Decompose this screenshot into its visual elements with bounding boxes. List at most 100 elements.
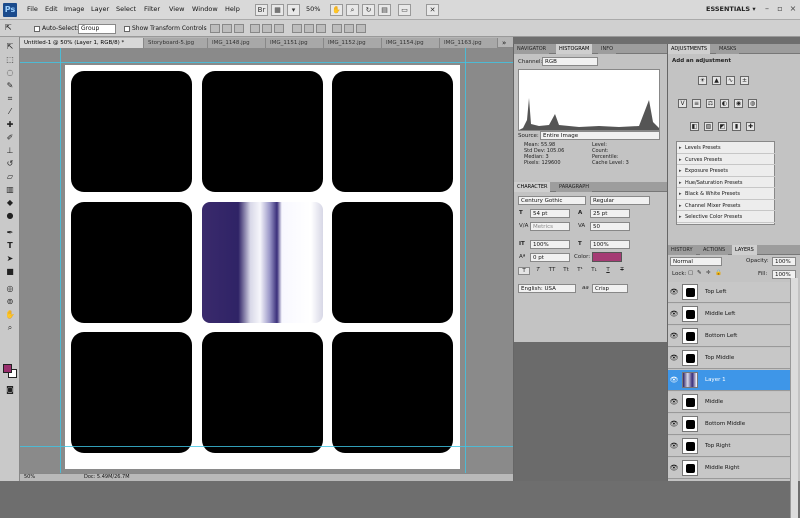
horizontal-scale-field[interactable]: 100% <box>590 240 630 249</box>
align-right-icon[interactable] <box>274 24 284 33</box>
menu-file[interactable]: File <box>27 5 38 13</box>
gradient-tool-icon[interactable]: ▥ <box>4 184 16 195</box>
lock-position-icon[interactable]: ✛ <box>706 270 711 276</box>
leading-field[interactable]: 25 pt <box>590 209 630 218</box>
layer-name[interactable]: Top Right <box>705 443 731 449</box>
visibility-eye-icon[interactable]: 👁 <box>669 332 679 340</box>
text-color-swatch[interactable] <box>592 252 622 262</box>
tile-top-middle[interactable] <box>202 71 323 192</box>
vertical-scale-field[interactable]: 100% <box>530 240 570 249</box>
visibility-eye-icon[interactable]: 👁 <box>669 420 679 428</box>
brush-tool-icon[interactable]: ✐ <box>4 132 16 143</box>
quick-select-tool-icon[interactable]: ✎ <box>4 80 16 91</box>
quick-mask-icon[interactable]: ◙ <box>4 384 16 395</box>
canvas-area[interactable] <box>20 48 513 473</box>
layer-row[interactable]: 👁 Top Right <box>668 436 790 457</box>
tab-history[interactable]: HISTORY <box>668 245 696 255</box>
tile-top-left[interactable] <box>71 71 192 192</box>
channel-mixer-icon[interactable]: ◍ <box>748 99 757 108</box>
strikethrough-button[interactable]: T <box>616 267 628 273</box>
bridge-icon[interactable]: Br <box>255 4 268 16</box>
zoom-tool-icon[interactable]: ⌕ <box>4 322 16 333</box>
vibrance-icon[interactable]: V <box>678 99 687 108</box>
arrange-documents-icon[interactable]: ▤ <box>378 4 391 16</box>
distribute-vcenter-icon[interactable] <box>304 24 314 33</box>
zoom-level[interactable]: 50% <box>306 5 320 13</box>
visibility-eye-icon[interactable]: 👁 <box>669 464 679 472</box>
tab-img-1148[interactable]: IMG_1148.jpg <box>208 38 266 48</box>
align-top-icon[interactable] <box>210 24 220 33</box>
tab-img-1152[interactable]: IMG_1152.jpg <box>324 38 382 48</box>
tab-adjustments[interactable]: ADJUSTMENTS <box>668 44 711 54</box>
tab-paragraph[interactable]: PARAGRAPH <box>556 182 593 192</box>
visibility-eye-icon[interactable]: 👁 <box>669 376 679 384</box>
history-brush-tool-icon[interactable]: ↺ <box>4 158 16 169</box>
distribute-bottom-icon[interactable] <box>316 24 326 33</box>
tile-bottom-middle[interactable] <box>202 332 323 453</box>
tile-middle-photo[interactable] <box>202 202 323 323</box>
channel-select[interactable]: RGB <box>542 57 598 66</box>
font-family-select[interactable]: Century Gothic <box>518 196 586 205</box>
menu-view[interactable]: View <box>169 5 184 13</box>
blur-tool-icon[interactable]: ◆ <box>4 197 16 208</box>
tab-img-1163[interactable]: IMG_1163.jpg <box>440 38 498 48</box>
threshold-icon[interactable]: ◩ <box>718 122 727 131</box>
menu-window[interactable]: Window <box>192 5 218 13</box>
layer-name[interactable]: Bottom Middle <box>705 421 745 427</box>
foreground-color-swatch[interactable] <box>3 364 12 373</box>
layer-row[interactable]: 👁 Middle Right <box>668 458 790 479</box>
rotate-view-icon[interactable]: ↻ <box>362 4 375 16</box>
underline-button[interactable]: T <box>602 267 614 273</box>
marquee-tool-icon[interactable]: ⬚ <box>4 54 16 65</box>
menu-image[interactable]: Image <box>64 5 84 13</box>
font-size-field[interactable]: 54 pt <box>530 209 570 218</box>
preset-black-white[interactable]: Black & White Presets <box>677 189 776 200</box>
auto-select-dropdown[interactable]: Group <box>78 24 116 34</box>
type-tool-icon[interactable]: T <box>4 240 16 251</box>
photo-filter-icon[interactable]: ◉ <box>734 99 743 108</box>
clone-stamp-tool-icon[interactable]: ⊥ <box>4 145 16 156</box>
pen-tool-icon[interactable]: ✒ <box>4 227 16 238</box>
preset-levels[interactable]: Levels Presets <box>677 143 776 154</box>
tabs-overflow-icon[interactable]: » <box>502 39 506 47</box>
status-zoom[interactable]: 50% <box>24 474 35 481</box>
visibility-eye-icon[interactable]: 👁 <box>669 354 679 362</box>
layer-row[interactable]: 👁 Bottom Left <box>668 326 790 347</box>
distribute-right-icon[interactable] <box>356 24 366 33</box>
tab-histogram[interactable]: HISTOGRAM <box>556 44 593 54</box>
all-caps-button[interactable]: TT <box>546 267 558 273</box>
layer-name[interactable]: Top Left <box>705 289 726 295</box>
subscript-button[interactable]: T₁ <box>588 267 600 273</box>
tab-storyboard-5[interactable]: Storyboard-5.jpg <box>144 38 208 48</box>
posterize-icon[interactable]: ▧ <box>704 122 713 131</box>
superscript-button[interactable]: T¹ <box>574 267 586 273</box>
tab-info[interactable]: INFO <box>598 44 617 54</box>
tab-navigator[interactable]: NAVIGATOR <box>514 44 550 54</box>
tile-top-right[interactable] <box>332 71 453 192</box>
document-canvas[interactable] <box>65 65 460 469</box>
layer-name[interactable]: Layer 1 <box>705 377 726 383</box>
layer-name[interactable]: Middle Right <box>705 465 739 471</box>
tab-actions[interactable]: ACTIONS <box>700 245 729 255</box>
screen-mode-icon[interactable]: ▭ <box>398 4 411 16</box>
shape-tool-icon[interactable]: ■ <box>4 266 16 277</box>
layer-row[interactable]: 👁 Middle <box>668 392 790 413</box>
show-transform-checkbox[interactable] <box>124 26 130 32</box>
gpu-icon[interactable]: ✕ <box>426 4 439 16</box>
exposure-icon[interactable]: ± <box>740 76 749 85</box>
curves-icon[interactable]: ∿ <box>726 76 735 85</box>
faux-bold-button[interactable]: T <box>518 267 530 275</box>
tile-middle-right[interactable] <box>332 202 453 323</box>
zoom-icon[interactable]: ⌕ <box>346 4 359 16</box>
layer-name[interactable]: Middle Left <box>705 311 735 317</box>
layer-row[interactable]: 👁 Layer 1 <box>668 370 790 391</box>
maximize-icon[interactable]: ▫ <box>775 4 785 14</box>
align-hcenter-icon[interactable] <box>262 24 272 33</box>
tab-character[interactable]: CHARACTER <box>514 182 551 192</box>
source-select[interactable]: Entire Image <box>540 131 660 140</box>
faux-italic-button[interactable]: T <box>532 267 544 273</box>
eraser-tool-icon[interactable]: ▱ <box>4 171 16 182</box>
extras-icon[interactable]: ▾ <box>287 4 300 16</box>
hue-saturation-icon[interactable]: ≡ <box>692 99 701 108</box>
visibility-eye-icon[interactable]: 👁 <box>669 310 679 318</box>
